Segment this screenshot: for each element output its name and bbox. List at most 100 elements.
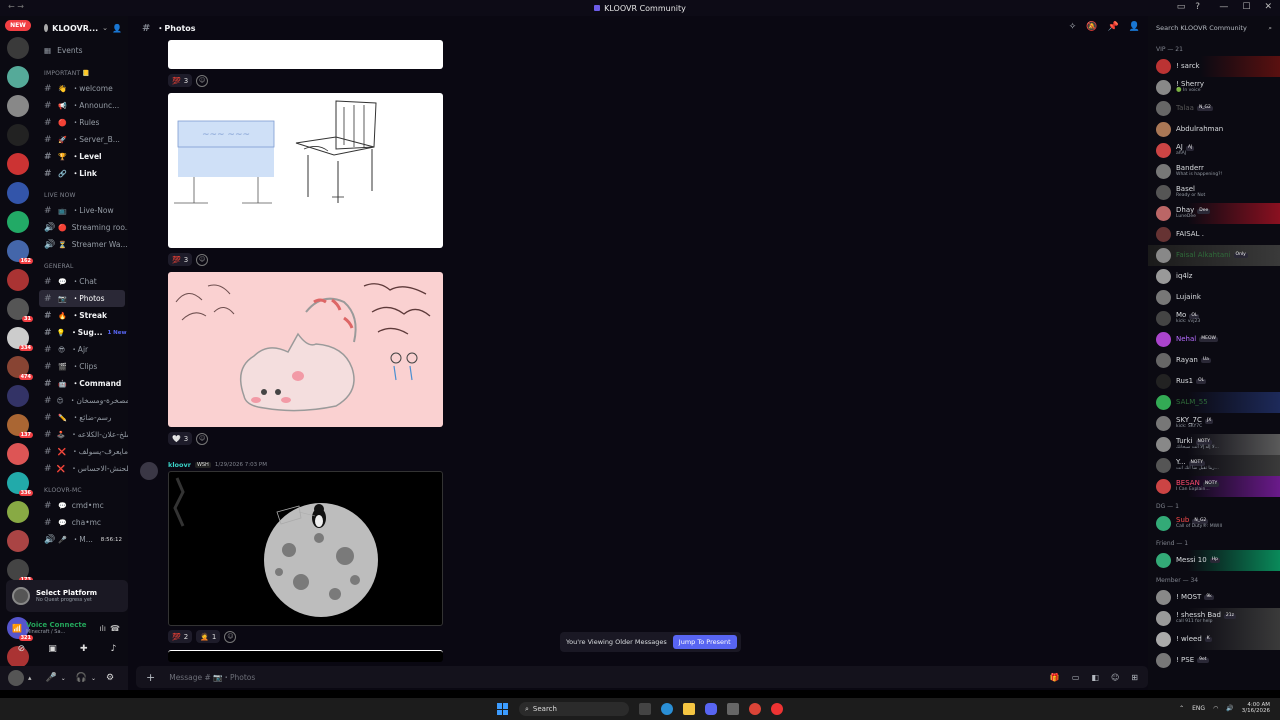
- channel-item[interactable]: # 🔗 ・Link: [36, 165, 128, 182]
- image-attachment[interactable]: [168, 272, 443, 427]
- gift-icon[interactable]: 🎁: [1050, 673, 1060, 682]
- chevron-down-icon[interactable]: ⌄: [91, 675, 96, 682]
- channel-item[interactable]: # 🔴 ・Rules: [36, 114, 128, 131]
- windows-start-icon[interactable]: [497, 703, 509, 715]
- notification-icon[interactable]: 🔕: [1086, 22, 1097, 32]
- channel-item[interactable]: # 🏆 ・Level: [36, 148, 128, 165]
- channel-item[interactable]: # 📷 ・Photos: [39, 290, 125, 307]
- clock[interactable]: 4:00 AM 3/16/2026: [1242, 702, 1270, 714]
- mic-icon[interactable]: 🎤: [46, 673, 57, 683]
- server-icon[interactable]: 137: [7, 414, 33, 438]
- channel-item[interactable]: # 😎 ・Ajr: [36, 341, 128, 358]
- server-icon[interactable]: 31: [7, 298, 33, 322]
- maximize-icon[interactable]: ☐: [1242, 2, 1250, 12]
- server-icon[interactable]: [7, 530, 29, 552]
- headphones-icon[interactable]: 🎧: [76, 673, 87, 683]
- reaction-pill[interactable]: 🤍 3: [168, 432, 193, 445]
- channel-item[interactable]: 🔊 🎤 ・M... 8:56:12: [36, 531, 128, 548]
- avatar[interactable]: [140, 462, 158, 480]
- tray-chevron-icon[interactable]: ⌃: [1179, 705, 1184, 712]
- channel-item[interactable]: # 🎬 ・Clips: [36, 358, 128, 375]
- server-icon[interactable]: 162: [7, 240, 33, 264]
- member-item[interactable]: ! wleed K: [1148, 629, 1280, 650]
- category-kloovr-mc[interactable]: KLOOVR-MC: [36, 477, 128, 497]
- channel-item[interactable]: # 📺 ・Live-Now: [36, 202, 128, 219]
- image-attachment[interactable]: [168, 471, 443, 626]
- image-attachment[interactable]: ~~~ ~~~: [168, 93, 443, 248]
- soundboard-button-icon[interactable]: ♪: [111, 644, 117, 654]
- server-icon[interactable]: [7, 66, 29, 88]
- channel-item[interactable]: # ✏️ ・رسم-ضائع: [36, 409, 128, 426]
- channel-item[interactable]: 🔊 ⏳ Streamer Wa...: [36, 236, 128, 253]
- volume-icon[interactable]: 🔊: [1226, 705, 1233, 712]
- channel-item[interactable]: # 💬 ・Chat: [36, 273, 128, 290]
- category-general[interactable]: GENERAL: [36, 253, 128, 273]
- help-icon[interactable]: ?: [1195, 2, 1200, 12]
- soundboard-icon[interactable]: ılı: [99, 624, 106, 633]
- member-item[interactable]: AJ AJ ahAJ: [1148, 140, 1280, 161]
- server-icon[interactable]: 336: [7, 472, 33, 496]
- quest-panel[interactable]: Select Platform No Quest progress yet: [6, 580, 128, 612]
- disconnect-icon[interactable]: ☎: [110, 624, 120, 633]
- member-item[interactable]: Basel Ready or Not: [1148, 182, 1280, 203]
- server-icon[interactable]: [7, 443, 29, 465]
- back-forward-icons[interactable]: ← →: [8, 2, 24, 11]
- wifi-icon[interactable]: ◠: [1213, 705, 1218, 712]
- avatar[interactable]: [8, 670, 24, 686]
- apps-icon[interactable]: ⊞: [1131, 673, 1138, 682]
- camera-off-icon[interactable]: ⊘: [18, 644, 26, 654]
- server-icon[interactable]: 173: [7, 559, 33, 583]
- server-icon[interactable]: 474: [7, 356, 33, 380]
- taskbar-search[interactable]: ⌕ Search: [519, 702, 629, 716]
- channel-item[interactable]: # 🚀 ・Server_B...: [36, 131, 128, 148]
- member-item[interactable]: Turki NOTY لا إله إلا أنت سبحانك...: [1148, 434, 1280, 455]
- member-item[interactable]: ! Sherry 🟢 In voice: [1148, 77, 1280, 98]
- member-item[interactable]: SKY_7C JX kick: SKY7C: [1148, 413, 1280, 434]
- image-attachment[interactable]: [168, 650, 443, 662]
- close-icon[interactable]: ✕: [1264, 2, 1272, 12]
- member-item[interactable]: Banderr What is happening?!: [1148, 161, 1280, 182]
- voice-status[interactable]: 📶 Voice Connecte Minecraft / Sa... ılı ☎: [6, 616, 128, 640]
- member-item[interactable]: Lujaink: [1148, 287, 1280, 308]
- member-item[interactable]: Abdulrahman: [1148, 119, 1280, 140]
- channel-item[interactable]: # 🕹️ ・شلخ-علان-الكلاعه: [36, 426, 128, 443]
- reaction-pill[interactable]: 💯 3: [168, 74, 193, 87]
- server-icon[interactable]: 334: [7, 327, 33, 351]
- member-item[interactable]: ! MOST 9k: [1148, 587, 1280, 608]
- screenshare-icon[interactable]: ▣: [48, 644, 57, 654]
- member-item[interactable]: Dhay Dee LuneDee: [1148, 203, 1280, 224]
- reaction-pill[interactable]: 🤦 1: [196, 630, 221, 643]
- server-icon[interactable]: [7, 385, 29, 407]
- channel-item[interactable]: # 🤖 ・Command: [36, 375, 128, 392]
- member-item[interactable]: SALM_55: [1148, 392, 1280, 413]
- channel-item[interactable]: # 💬 cha•mc: [36, 514, 128, 531]
- category-live-now[interactable]: LIVE NOW: [36, 182, 128, 202]
- member-item[interactable]: BESAN NOTY I Can Explain...: [1148, 476, 1280, 497]
- member-item[interactable]: Rus1 OL: [1148, 371, 1280, 392]
- server-icon[interactable]: [7, 182, 29, 204]
- channel-item[interactable]: # ❌ ・ملحنش-الاحساس: [36, 460, 128, 477]
- edge-icon[interactable]: [661, 703, 673, 715]
- settings-gear-icon[interactable]: ⚙: [106, 673, 114, 683]
- threads-icon[interactable]: ✧: [1069, 22, 1077, 32]
- discord-taskbar-icon[interactable]: [705, 703, 717, 715]
- member-item[interactable]: Mo OL kick: vvj23: [1148, 308, 1280, 329]
- server-icon[interactable]: [7, 37, 29, 59]
- add-reaction-icon[interactable]: ☺: [224, 630, 237, 643]
- image-attachment[interactable]: [168, 40, 443, 69]
- member-item[interactable]: iq4lz: [1148, 266, 1280, 287]
- member-list-icon[interactable]: 👤: [1129, 22, 1140, 32]
- channel-item[interactable]: # 💡 ・Sug... 1 New: [36, 324, 128, 341]
- member-item[interactable]: Messi 10 Hp: [1148, 550, 1280, 571]
- language-indicator[interactable]: ENG: [1192, 705, 1205, 712]
- add-user-icon[interactable]: 👤: [112, 24, 122, 33]
- member-item[interactable]: ! sarck: [1148, 56, 1280, 77]
- add-reaction-icon[interactable]: ☺: [196, 74, 209, 87]
- file-explorer-icon[interactable]: [683, 703, 695, 715]
- store-icon[interactable]: [727, 703, 739, 715]
- server-header[interactable]: KLOOVR... ⌄ 👤: [36, 16, 128, 40]
- gif-icon[interactable]: ▭: [1072, 673, 1080, 682]
- sticker-icon[interactable]: ◧: [1091, 673, 1099, 682]
- channel-item[interactable]: # 👋 ・welcome: [36, 80, 128, 97]
- chrome-icon[interactable]: [749, 703, 761, 715]
